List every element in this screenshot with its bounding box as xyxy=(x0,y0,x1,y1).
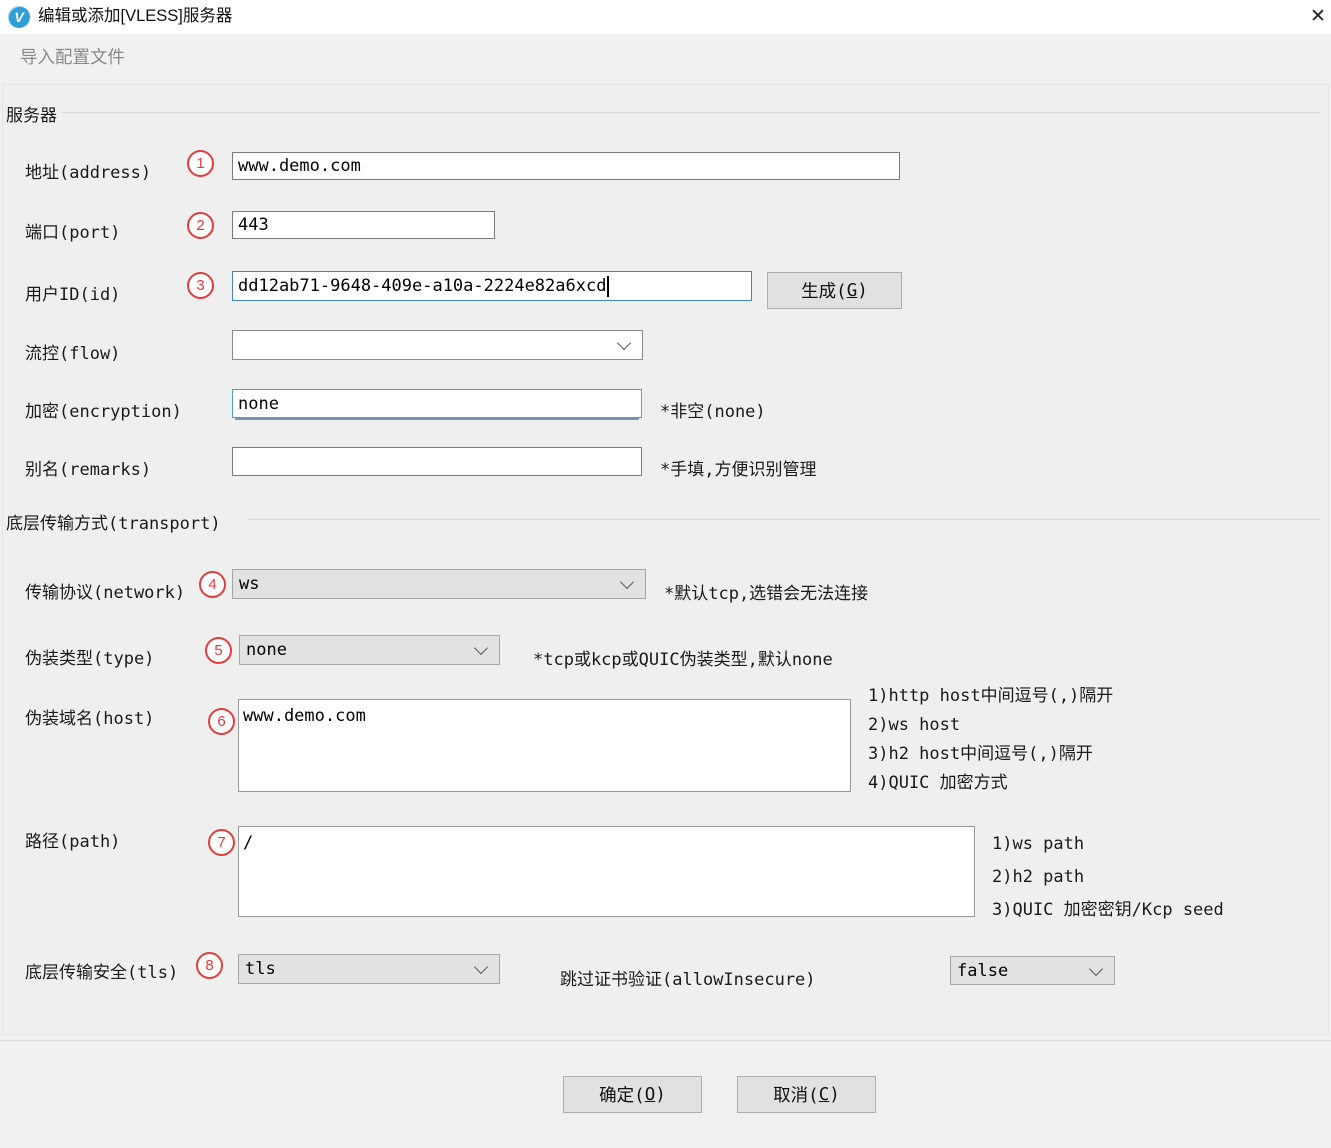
ok-button-label-end: ) xyxy=(655,1085,666,1105)
flow-label: 流控(flow) xyxy=(25,339,120,364)
text-caret xyxy=(607,276,609,297)
generate-button-key: G xyxy=(847,281,858,301)
remarks-label: 别名(remarks) xyxy=(25,455,151,480)
port-input[interactable] xyxy=(232,211,495,239)
network-label: 传输协议(network) xyxy=(25,578,185,603)
network-note: *默认tcp,选错会无法连接 xyxy=(664,579,868,604)
tls-select[interactable]: tls xyxy=(238,954,500,984)
host-notes: 1)http host中间逗号(,)隔开 2)ws host 3)h2 host… xyxy=(868,682,1113,798)
window-titlebar: V 编辑或添加[VLESS]服务器 ✕ xyxy=(0,0,1331,34)
remarks-note: *手填,方便识别管理 xyxy=(660,455,816,480)
allow-insecure-select[interactable]: false xyxy=(950,956,1115,985)
generate-button-label: 生成( xyxy=(801,278,847,303)
encryption-note: *非空(none) xyxy=(660,397,766,422)
step-badge-1: 1 xyxy=(187,150,214,177)
step-badge-8: 8 xyxy=(196,952,223,979)
path-notes: 1)ws path 2)h2 path 3)QUIC 加密密钥/Kcp seed xyxy=(992,828,1224,927)
generate-button-label-end: ) xyxy=(857,281,868,301)
encryption-label: 加密(encryption) xyxy=(25,397,182,422)
generate-button[interactable]: 生成(G) xyxy=(767,272,902,309)
network-select-value: ws xyxy=(239,574,622,594)
step-badge-6: 6 xyxy=(208,708,235,735)
step-badge-5: 5 xyxy=(205,637,232,664)
host-label: 伪装域名(host) xyxy=(25,704,154,729)
user-id-label: 用户ID(id) xyxy=(25,280,120,305)
address-label: 地址(address) xyxy=(25,158,151,183)
transport-group-title: 底层传输方式(transport) xyxy=(6,509,221,534)
cancel-button-label: 取消( xyxy=(773,1082,819,1107)
step-badge-2: 2 xyxy=(187,212,214,239)
allow-insecure-select-value: false xyxy=(957,961,1091,981)
host-note-line: 2)ws host xyxy=(868,711,1113,740)
tls-select-value: tls xyxy=(245,959,476,979)
path-textarea[interactable]: / xyxy=(238,826,975,917)
path-note-line: 2)h2 path xyxy=(992,861,1224,894)
type-note: *tcp或kcp或QUIC伪装类型,默认none xyxy=(533,645,833,670)
chevron-down-icon xyxy=(474,960,488,974)
ok-button-label: 确定( xyxy=(599,1082,645,1107)
server-group-line xyxy=(62,112,1320,113)
footer-divider xyxy=(0,1040,1331,1041)
v2rayn-logo-icon: V xyxy=(8,6,30,28)
path-note-line: 3)QUIC 加密密钥/Kcp seed xyxy=(992,894,1224,927)
cancel-button-label-end: ) xyxy=(829,1085,840,1105)
type-select[interactable]: none xyxy=(239,635,500,665)
user-id-input[interactable]: dd12ab71-9648-409e-a10a-2224e82a6xcd xyxy=(232,271,752,301)
step-badge-3: 3 xyxy=(187,272,214,299)
ok-button-key: O xyxy=(645,1085,656,1105)
network-select[interactable]: ws xyxy=(232,569,646,599)
chevron-down-icon xyxy=(617,336,631,350)
chevron-down-icon xyxy=(620,575,634,589)
encryption-input[interactable] xyxy=(232,389,642,418)
menubar: 导入配置文件 xyxy=(0,34,1331,82)
chevron-down-icon xyxy=(474,641,488,655)
allow-insecure-label: 跳过证书验证(allowInsecure) xyxy=(560,965,816,990)
step-badge-7: 7 xyxy=(208,829,235,856)
tls-label: 底层传输安全(tls) xyxy=(25,958,178,983)
dialog-window: V 编辑或添加[VLESS]服务器 ✕ 导入配置文件 服务器 地址(addres… xyxy=(0,0,1331,1148)
close-icon[interactable]: ✕ xyxy=(1310,4,1331,30)
port-label: 端口(port) xyxy=(25,218,120,243)
ok-button[interactable]: 确定(O) xyxy=(563,1076,702,1113)
server-group-title: 服务器 xyxy=(6,101,57,126)
flow-select[interactable] xyxy=(232,330,643,360)
chevron-down-icon xyxy=(1089,961,1103,975)
transport-group-line xyxy=(248,519,1320,520)
user-id-value: dd12ab71-9648-409e-a10a-2224e82a6xcd xyxy=(238,276,606,296)
window-title: 编辑或添加[VLESS]服务器 xyxy=(38,0,232,34)
path-note-line: 1)ws path xyxy=(992,828,1224,861)
host-note-line: 4)QUIC 加密方式 xyxy=(868,769,1113,798)
path-label: 路径(path) xyxy=(25,827,120,852)
address-input[interactable] xyxy=(232,152,900,180)
host-note-line: 1)http host中间逗号(,)隔开 xyxy=(868,682,1113,711)
type-label: 伪装类型(type) xyxy=(25,644,154,669)
step-badge-4: 4 xyxy=(199,571,226,598)
cancel-button-key: C xyxy=(819,1085,830,1105)
host-textarea[interactable]: www.demo.com xyxy=(238,699,851,792)
menu-item-import-config[interactable]: 导入配置文件 xyxy=(14,34,131,82)
cancel-button[interactable]: 取消(C) xyxy=(737,1076,876,1113)
type-select-value: none xyxy=(246,640,476,660)
host-note-line: 3)h2 host中间逗号(,)隔开 xyxy=(868,740,1113,769)
remarks-input[interactable] xyxy=(232,447,642,476)
